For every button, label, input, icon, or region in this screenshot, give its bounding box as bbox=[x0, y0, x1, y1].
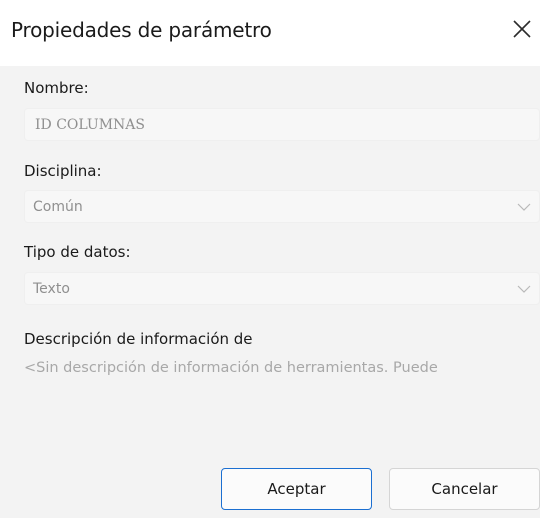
title-bar: Propiedades de parámetro bbox=[0, 0, 540, 66]
parameter-properties-dialog: Propiedades de parámetro Nombre: ID COLU… bbox=[0, 0, 540, 518]
nombre-field: ID COLUMNAS bbox=[24, 108, 540, 141]
close-button[interactable] bbox=[504, 6, 540, 52]
dialog-body: Nombre: ID COLUMNAS Disciplina: Común Ti… bbox=[0, 66, 540, 518]
descripcion-text: <Sin descripción de información de herra… bbox=[24, 360, 438, 376]
descripcion-label: Descripción de información de bbox=[24, 330, 253, 348]
disciplina-select[interactable]: Común bbox=[24, 190, 540, 223]
disciplina-label: Disciplina: bbox=[24, 162, 102, 180]
tipo-datos-select[interactable]: Texto bbox=[24, 272, 540, 305]
nombre-label: Nombre: bbox=[24, 79, 89, 97]
close-icon bbox=[513, 20, 531, 38]
cancel-button[interactable]: Cancelar bbox=[389, 468, 540, 510]
tipo-datos-label: Tipo de datos: bbox=[24, 243, 131, 261]
accept-button[interactable]: Aceptar bbox=[221, 468, 372, 510]
nombre-value: ID COLUMNAS bbox=[35, 117, 146, 133]
tipo-datos-value: Texto bbox=[33, 281, 70, 297]
chevron-down-icon bbox=[517, 203, 531, 211]
dialog-title: Propiedades de parámetro bbox=[11, 18, 272, 42]
disciplina-value: Común bbox=[33, 199, 83, 215]
chevron-down-icon bbox=[517, 285, 531, 293]
